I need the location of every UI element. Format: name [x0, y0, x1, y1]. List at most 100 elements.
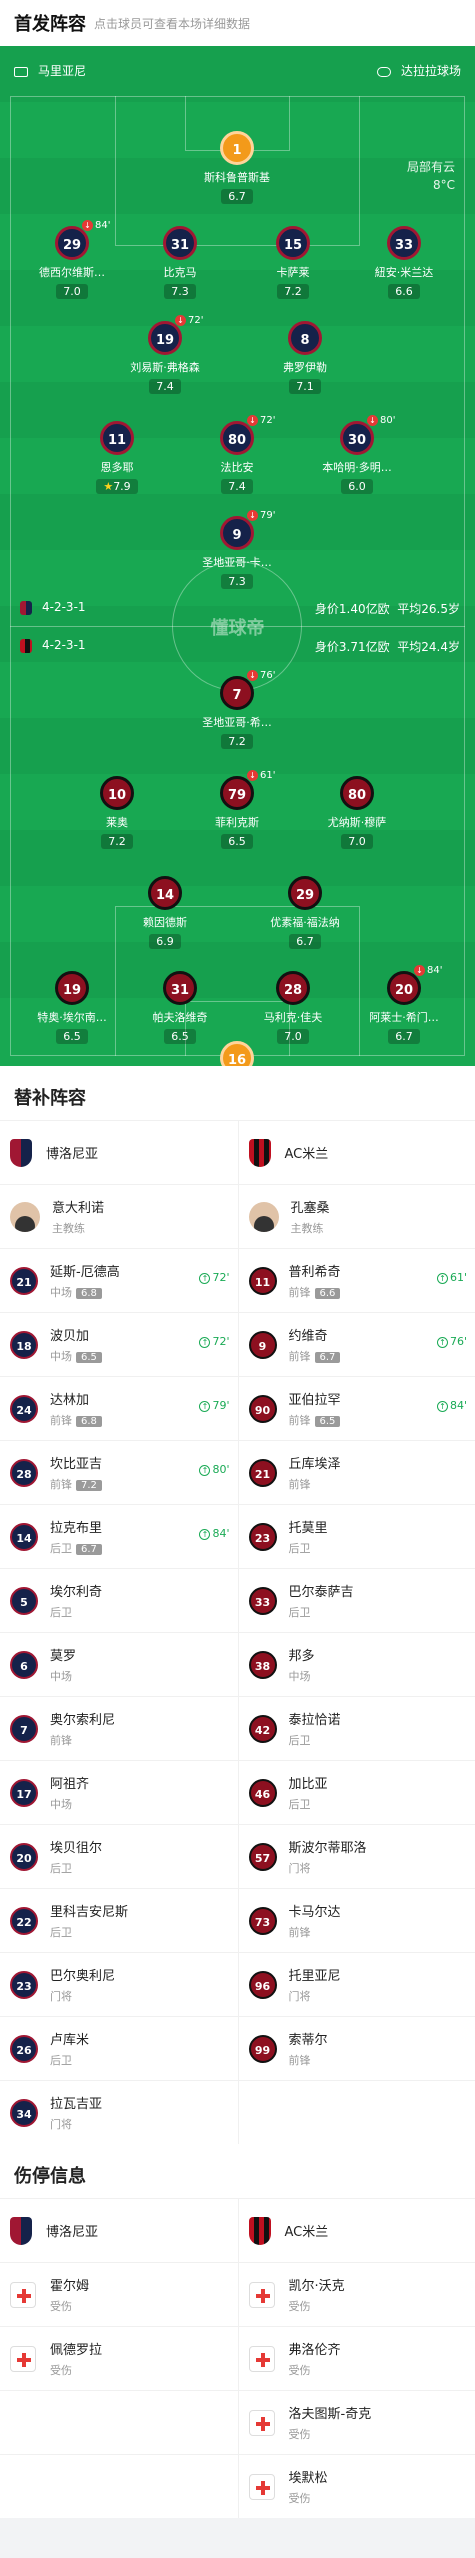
coach-away[interactable]: 孔塞桑主教练 — [238, 1185, 475, 1248]
player-marker[interactable]: 16迈尼昂6.8 — [187, 1041, 287, 1066]
sub-player[interactable]: 57斯波尔蒂耶洛门将 — [238, 1825, 475, 1888]
player-number: 15 — [276, 226, 310, 260]
sub-player[interactable]: 73卡马尔达前锋 — [238, 1889, 475, 1952]
subs-home-team[interactable]: 博洛尼亚 — [0, 1121, 238, 1184]
sub-player[interactable]: 42泰拉恰诺后卫 — [238, 1697, 475, 1760]
player-name: 圣地亚哥·希… — [187, 714, 287, 730]
sub-player[interactable]: 38邦多中场 — [238, 1633, 475, 1696]
player-position: 中场 — [50, 1798, 72, 1811]
player-number: 7 — [10, 1715, 38, 1743]
player-marker[interactable]: 29↓84'德西尔维斯…7.0 — [22, 226, 122, 299]
home-venue-team: 马里亚尼 — [14, 62, 86, 79]
player-number: 42 — [249, 1715, 277, 1743]
player-marker[interactable]: 20↓84'阿莱士·希门…6.7 — [354, 971, 454, 1044]
player-marker[interactable]: 79↓61'菲利克斯6.5 — [187, 776, 287, 849]
subs-section-title: 替补阵容 — [0, 1066, 475, 1120]
sub-player[interactable]: 21延斯-厄德高中场6.8↑72' — [0, 1249, 238, 1312]
sub-off-indicator: ↓80' — [367, 415, 395, 426]
sub-player[interactable]: 14拉克布里后卫6.7↑84' — [0, 1505, 238, 1568]
sub-player[interactable]: 23托莫里后卫 — [238, 1505, 475, 1568]
sub-on-indicator: ↑84' — [437, 1399, 467, 1412]
player-number: 11 — [100, 421, 134, 455]
player-marker[interactable]: 31帕夫洛维奇6.5 — [130, 971, 230, 1044]
milan-team-info: 4-2-3-1 身价3.71亿欧 平均24.4岁 — [20, 638, 460, 656]
sub-player[interactable]: 6莫罗中场 — [0, 1633, 238, 1696]
sub-player[interactable]: 17阿祖齐中场 — [0, 1761, 238, 1824]
sub-off-icon: ↓ — [414, 965, 425, 976]
player-number: 33 — [387, 226, 421, 260]
injury-away-team[interactable]: AC米兰 — [238, 2199, 475, 2262]
player-name: 托里亚尼 — [289, 1965, 466, 1984]
page-title: 首发阵容 — [14, 10, 86, 36]
pitch-icon — [14, 67, 28, 77]
injured-player[interactable]: 凯尔·沃克受伤 — [238, 2263, 475, 2326]
player-position: 门将 — [289, 1862, 311, 1875]
sub-player[interactable]: 20埃贝徂尔后卫 — [0, 1825, 238, 1888]
sub-player[interactable]: 33巴尔泰萨吉后卫 — [238, 1569, 475, 1632]
sub-player[interactable]: 26卢库米后卫 — [0, 2017, 238, 2080]
player-position: 前锋 — [289, 1478, 311, 1491]
coach-home[interactable]: 意大利诺主教练 — [0, 1185, 238, 1248]
sub-player[interactable]: 90亚伯拉罕前锋6.5↑84' — [238, 1377, 475, 1440]
sub-player[interactable]: 24达林加前锋6.8↑79' — [0, 1377, 238, 1440]
player-marker[interactable]: 80尤纳斯·穆萨7.0 — [307, 776, 407, 849]
injured-player[interactable]: 埃默松受伤 — [238, 2455, 475, 2518]
sub-player[interactable]: 34拉瓦吉亚门将 — [0, 2081, 238, 2144]
sub-off-indicator: ↓84' — [414, 965, 442, 976]
injury-home-team[interactable]: 博洛尼亚 — [0, 2199, 238, 2262]
injured-player[interactable]: 佩德罗拉受伤 — [0, 2327, 238, 2390]
sub-player[interactable]: 7奥尔索利尼前锋 — [0, 1697, 238, 1760]
player-marker[interactable]: 11恩多耶★7.9 — [67, 421, 167, 494]
player-marker[interactable]: 80↓72'法比安7.4 — [187, 421, 287, 494]
player-name: 斯科鲁普斯基 — [187, 169, 287, 185]
player-marker[interactable]: 15卡萨莱7.2 — [243, 226, 343, 299]
sub-player[interactable]: 28坎比亚吉前锋7.2↑80' — [0, 1441, 238, 1504]
sub-player[interactable]: 21丘库埃泽前锋 — [238, 1441, 475, 1504]
player-number: 79 — [220, 776, 254, 810]
player-marker[interactable]: 7↓76'圣地亚哥·希…7.2 — [187, 676, 287, 749]
sub-on-icon: ↑ — [199, 1465, 210, 1476]
sub-player[interactable]: 46加比亚后卫 — [238, 1761, 475, 1824]
milan-logo-icon — [249, 1139, 271, 1167]
player-marker[interactable]: 28马利克·佳夫7.0 — [243, 971, 343, 1044]
player-name: 凯尔·沃克 — [289, 2275, 466, 2294]
sub-off-indicator: ↓72' — [175, 315, 203, 326]
injured-player[interactable]: 洛夫图斯-奇克受伤 — [238, 2391, 475, 2454]
sub-player[interactable]: 99索蒂尔前锋 — [238, 2017, 475, 2080]
player-number: 29 — [288, 876, 322, 910]
player-rating: 6.7 — [315, 1352, 341, 1363]
player-name: 卡萨莱 — [243, 264, 343, 280]
subs-away-team[interactable]: AC米兰 — [238, 1121, 475, 1184]
player-position: 后卫 — [289, 1542, 311, 1555]
subs-panel: 博洛尼亚 AC米兰 意大利诺主教练 孔塞桑主教练 21延斯-厄德高中场6.8↑7… — [0, 1120, 475, 2144]
player-number: 24 — [10, 1395, 38, 1423]
injured-player[interactable]: 弗洛伦齐受伤 — [238, 2327, 475, 2390]
sub-player[interactable]: 18波贝加中场6.5↑72' — [0, 1313, 238, 1376]
sub-on-icon: ↑ — [437, 1273, 448, 1284]
sub-player[interactable]: 11普利希奇前锋6.6↑61' — [238, 1249, 475, 1312]
player-marker[interactable]: 29优素福·福法纳6.7 — [255, 876, 355, 949]
sub-player[interactable]: 22里科吉安尼斯后卫 — [0, 1889, 238, 1952]
player-number: 38 — [249, 1651, 277, 1679]
player-marker[interactable]: 1斯科鲁普斯基6.7 — [187, 131, 287, 204]
player-position: 后卫 — [50, 1606, 72, 1619]
player-marker[interactable]: 30↓80'本哈明·多明…6.0 — [307, 421, 407, 494]
sub-player[interactable]: 9约维奇前锋6.7↑76' — [238, 1313, 475, 1376]
player-marker[interactable]: 10莱奥7.2 — [67, 776, 167, 849]
injured-player[interactable]: 霍尔姆受伤 — [0, 2263, 238, 2326]
player-marker[interactable]: 14赖因德斯6.9 — [115, 876, 215, 949]
player-marker[interactable]: 9↓79'圣地亚哥·卡…7.3 — [187, 516, 287, 589]
player-marker[interactable]: 33紐安·米兰达6.6 — [354, 226, 454, 299]
player-marker[interactable]: 8弗罗伊勒7.1 — [255, 321, 355, 394]
sub-player[interactable]: 23巴尔奥利尼门将 — [0, 1953, 238, 2016]
player-marker[interactable]: 19↓72'刘易斯·弗格森7.4 — [115, 321, 215, 394]
player-marker[interactable]: 19特奥·埃尔南…6.5 — [22, 971, 122, 1044]
player-rating: 6.7 — [388, 1029, 420, 1044]
stadium-name: 达拉拉球场 — [377, 62, 461, 79]
sub-player[interactable]: 5埃尔利奇后卫 — [0, 1569, 238, 1632]
sub-player[interactable]: 96托里亚尼门将 — [238, 1953, 475, 2016]
player-rating: 7.4 — [221, 479, 253, 494]
sub-on-indicator: ↑84' — [199, 1527, 229, 1540]
player-marker[interactable]: 31比克马7.3 — [130, 226, 230, 299]
player-name: 卢库米 — [50, 2029, 228, 2048]
